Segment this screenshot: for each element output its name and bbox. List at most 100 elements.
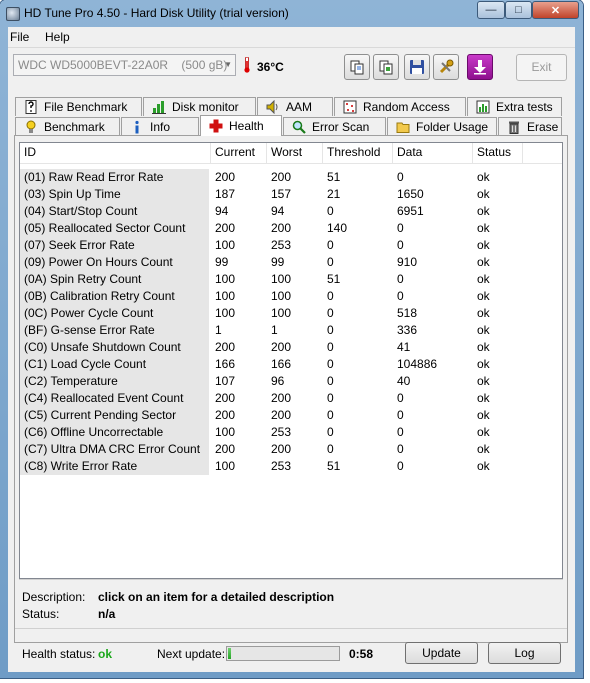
tab-label: Disk monitor (172, 100, 239, 114)
table-header: ID Current Worst Threshold Data Status (20, 143, 562, 164)
options-button[interactable] (433, 54, 459, 80)
table-row[interactable]: (C6) Offline Uncorrectable 100 253 0 0 ok (20, 424, 562, 441)
cell-worst: 166 (271, 357, 292, 371)
progress-fill (228, 648, 231, 659)
table-row[interactable]: (0C) Power Cycle Count 100 100 0 518 ok (20, 305, 562, 322)
table-row[interactable]: (C8) Write Error Rate 100 253 51 0 ok (20, 458, 562, 475)
log-button[interactable]: Log (488, 642, 561, 664)
disk-monitor-icon (152, 101, 166, 114)
cell-id: (C1) Load Cycle Count (20, 356, 209, 373)
cell-worst: 157 (271, 187, 292, 201)
cell-threshold: 51 (327, 459, 341, 473)
health-status-value: ok (98, 647, 113, 661)
cell-current: 100 (215, 459, 236, 473)
table-row[interactable]: (05) Reallocated Sector Count 200 200 140 0 o… (20, 220, 562, 237)
tab-info[interactable]: Info (121, 117, 199, 136)
tab-random-access[interactable]: Random Access (334, 97, 466, 116)
table-row[interactable]: (0A) Spin Retry Count 100 100 51 0 ok (20, 271, 562, 288)
cell-current: 100 (215, 425, 236, 439)
exit-button[interactable]: Exit (516, 54, 567, 81)
health-cross-icon (209, 119, 223, 133)
table-row[interactable]: (C0) Unsafe Shutdown Count 200 200 0 41 ok (20, 339, 562, 356)
table-row[interactable]: (C5) Current Pending Sector 200 200 0 0 ok (20, 407, 562, 424)
tab-error-scan[interactable]: Error Scan (283, 117, 386, 136)
drive-selector[interactable]: WDC WD5000BEVT-22A0R (500 gB) ▼ (13, 54, 236, 76)
cell-id: (BF) G-sense Error Rate (20, 322, 209, 339)
column-header-worst[interactable]: Worst (267, 143, 323, 163)
description-label: Description: (22, 590, 86, 604)
minimize-button[interactable]: — (477, 1, 505, 19)
tab-folder-usage[interactable]: Folder Usage (387, 117, 497, 136)
cell-data: 910 (397, 255, 418, 269)
cell-status: ok (477, 238, 490, 252)
column-header-current[interactable]: Current (211, 143, 267, 163)
table-row[interactable]: (0B) Calibration Retry Count 100 100 0 0 ok (20, 288, 562, 305)
copy-info-button[interactable] (344, 54, 370, 80)
cell-worst: 200 (271, 221, 292, 235)
table-row[interactable]: (09) Power On Hours Count 99 99 0 910 ok (20, 254, 562, 271)
cell-data: 1650 (397, 187, 424, 201)
tab-label: AAM (286, 100, 313, 114)
app-window: HD Tune Pro 4.50 - Hard Disk Utility (tr… (0, 0, 583, 678)
tab-aam[interactable]: AAM (257, 97, 333, 116)
trash-icon (509, 121, 519, 134)
file-benchmark-icon (25, 100, 37, 114)
tab-extra-tests[interactable]: Extra tests (467, 97, 562, 116)
table-row[interactable]: (C2) Temperature 107 96 0 40 ok (20, 373, 562, 390)
tools-icon (439, 59, 454, 74)
health-panel: ID Current Worst Threshold Data Status (… (14, 135, 568, 664)
tab-erase[interactable]: Erase (498, 117, 562, 136)
table-row[interactable]: (04) Start/Stop Count 94 94 0 6951 ok (20, 203, 562, 220)
cell-data: 41 (397, 340, 411, 354)
drive-name: WDC WD5000BEVT-22A0R (500 gB) (18, 58, 228, 72)
menu-file[interactable]: File (10, 30, 29, 44)
column-header-data[interactable]: Data (393, 143, 473, 163)
tab-benchmark[interactable]: Benchmark (15, 117, 120, 136)
smart-attributes-table[interactable]: ID Current Worst Threshold Data Status (… (19, 142, 563, 579)
cell-status: ok (477, 323, 490, 337)
table-row[interactable]: (C7) Ultra DMA CRC Error Count 200 200 0 0 ok (20, 441, 562, 458)
maximize-button[interactable]: □ (505, 1, 532, 19)
random-access-icon (343, 100, 357, 114)
tab-label: Info (150, 120, 171, 134)
column-header-status[interactable]: Status (473, 143, 523, 163)
table-row[interactable]: (07) Seek Error Rate 100 253 0 0 ok (20, 237, 562, 254)
table-row[interactable]: (BF) G-sense Error Rate 1 1 0 336 ok (20, 322, 562, 339)
column-header-id[interactable]: ID (20, 143, 211, 163)
column-header-threshold[interactable]: Threshold (323, 143, 393, 163)
chevron-down-icon[interactable]: ▼ (224, 60, 232, 69)
title-bar[interactable]: HD Tune Pro 4.50 - Hard Disk Utility (tr… (0, 0, 583, 27)
tab-file-benchmark[interactable]: File Benchmark (15, 97, 142, 116)
cell-status: ok (477, 374, 490, 388)
table-row[interactable]: (03) Spin Up Time 187 157 21 1650 ok (20, 186, 562, 203)
floppy-disk-icon (410, 60, 424, 74)
cell-worst: 200 (271, 170, 292, 184)
table-row[interactable]: (C1) Load Cycle Count 166 166 0 104886 ok (20, 356, 562, 373)
info-icon (135, 120, 139, 134)
cell-worst: 200 (271, 340, 292, 354)
tab-label: Erase (527, 120, 559, 134)
copy-all-button[interactable] (373, 54, 399, 80)
tab-label: Random Access (363, 100, 450, 114)
table-row[interactable]: (C4) Reallocated Event Count 200 200 0 0 ok (20, 390, 562, 407)
save-button[interactable] (404, 54, 430, 80)
cell-id: (07) Seek Error Rate (20, 237, 209, 254)
close-button[interactable]: ✕ (532, 1, 579, 19)
menu-help[interactable]: Help (45, 30, 70, 44)
tab-health[interactable]: Health (200, 115, 282, 136)
tab-label: File Benchmark (44, 100, 128, 114)
table-row[interactable]: (01) Raw Read Error Rate 200 200 51 0 ok (20, 169, 562, 186)
cell-current: 107 (215, 374, 236, 388)
cell-data: 104886 (397, 357, 438, 371)
cell-data: 40 (397, 374, 411, 388)
cell-id: (C6) Offline Uncorrectable (20, 424, 209, 441)
cell-threshold: 0 (327, 391, 334, 405)
download-button[interactable] (467, 54, 493, 80)
tab-disk-monitor[interactable]: Disk monitor (143, 97, 256, 116)
update-button[interactable]: Update (405, 642, 478, 664)
cell-status: ok (477, 442, 490, 456)
description-value: click on an item for a detailed descript… (98, 590, 335, 604)
cell-id: (09) Power On Hours Count (20, 254, 209, 271)
tab-label: Folder Usage (416, 120, 489, 134)
copy-all-icon (379, 60, 393, 75)
